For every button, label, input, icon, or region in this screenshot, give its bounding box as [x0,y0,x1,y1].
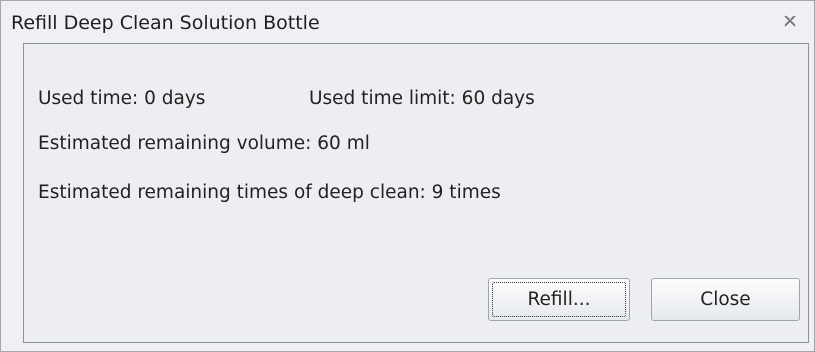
close-button-label: Close [700,289,751,310]
close-x-icon[interactable] [779,10,801,32]
refill-button-label: Refill... [527,289,591,310]
remaining-volume-text: Estimated remaining volume: 60 ml [38,133,370,154]
dialog-title: Refill Deep Clean Solution Bottle [11,12,320,34]
close-x-glyph [784,15,796,27]
used-time-limit-text: Used time limit: 60 days [309,88,535,109]
used-time-text: Used time: 0 days [38,88,206,109]
dialog-titlebar: Refill Deep Clean Solution Bottle [1,1,814,43]
remaining-times-text: Estimated remaining times of deep clean:… [38,182,501,203]
refill-dialog: Refill Deep Clean Solution Bottle Used t… [0,0,815,352]
refill-button[interactable]: Refill... [488,278,630,321]
close-button[interactable]: Close [651,278,800,321]
